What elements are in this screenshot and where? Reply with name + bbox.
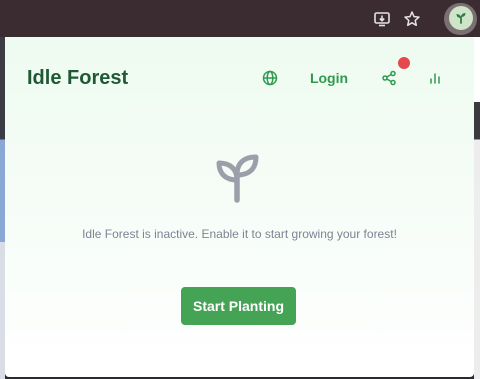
extension-sprout-icon[interactable]	[449, 6, 473, 30]
sprout-icon	[214, 153, 260, 203]
bookmark-star-icon[interactable]	[401, 8, 423, 30]
extension-popup: Idle Forest Login Idle Forest is inactiv…	[5, 37, 474, 377]
app-title: Idle Forest	[27, 67, 129, 89]
bar-chart-icon[interactable]	[424, 67, 446, 89]
notification-badge	[398, 57, 410, 69]
share-icon[interactable]	[378, 67, 400, 89]
start-planting-button[interactable]: Start Planting	[181, 287, 296, 325]
status-message: Idle Forest is inactive. Enable it to st…	[82, 227, 397, 241]
install-app-icon[interactable]	[371, 8, 393, 30]
login-button[interactable]: Login	[305, 67, 353, 89]
browser-toolbar	[0, 0, 480, 37]
globe-icon[interactable]	[259, 67, 281, 89]
background-page-right	[474, 37, 480, 379]
